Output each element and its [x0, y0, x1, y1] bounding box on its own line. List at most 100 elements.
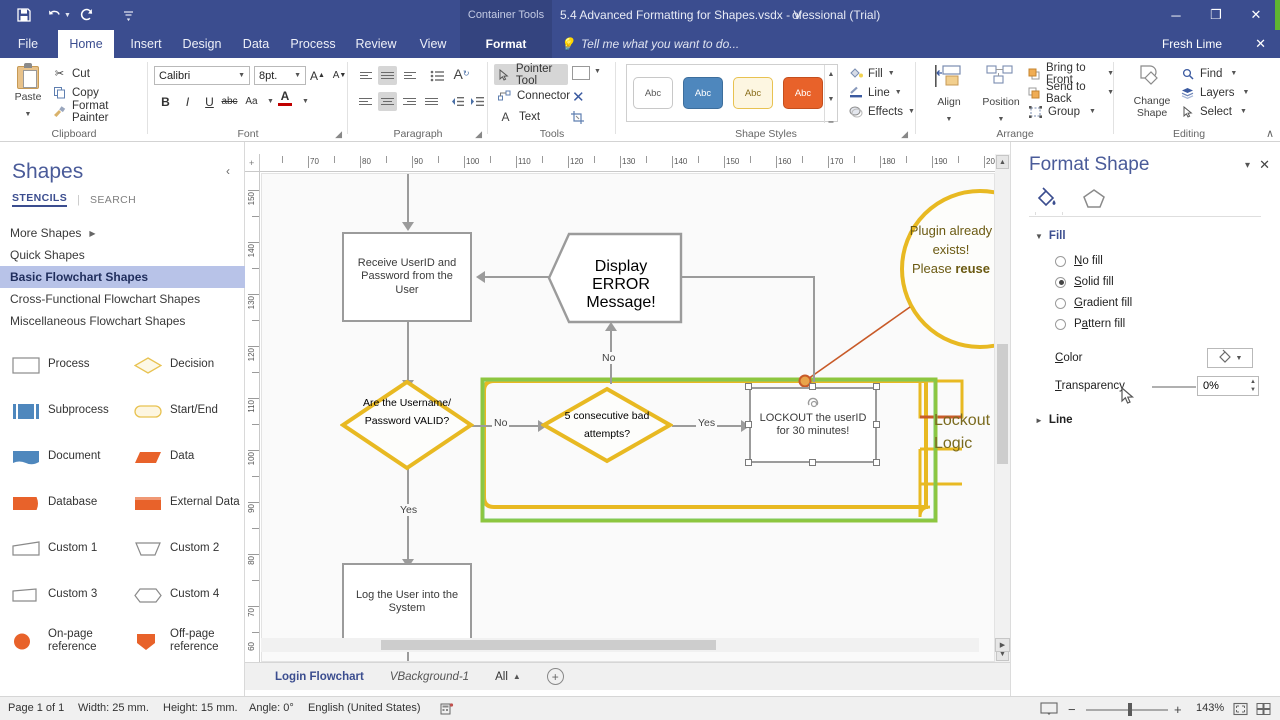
shape-item-custom-1[interactable]: Custom 1 — [0, 526, 122, 572]
transparency-slider[interactable] — [1152, 386, 1196, 388]
pentagon-icon[interactable] — [1081, 186, 1107, 215]
selection-handle[interactable] — [809, 459, 816, 466]
align-right-button[interactable] — [400, 92, 419, 111]
option-pattern-fill[interactable]: Pattern fill — [1055, 318, 1125, 330]
tab-format[interactable]: Format — [460, 30, 552, 58]
fill-section-header[interactable]: ▼ Fill — [1035, 230, 1066, 242]
shape-item-external-data[interactable]: External Data — [122, 480, 244, 526]
fit-window-icon[interactable] — [1255, 701, 1272, 716]
line-section-header[interactable]: ► Line — [1035, 414, 1073, 426]
selection-handle[interactable] — [873, 383, 880, 390]
tab-file[interactable]: File — [10, 30, 46, 58]
selection-handle[interactable] — [745, 421, 752, 428]
layers-button[interactable]: Layers ▼ — [1180, 83, 1249, 102]
shape-rectangle-tool[interactable] — [572, 66, 590, 80]
shape-item-custom-2[interactable]: Custom 2 — [122, 526, 244, 572]
shape-item-custom-3[interactable]: Custom 3 — [0, 572, 122, 618]
pane-options-icon[interactable]: ▾ — [1245, 160, 1250, 171]
node-log-user[interactable]: Log the User into the System — [342, 563, 472, 641]
select-dropdown-icon[interactable]: ▼ — [1240, 108, 1247, 115]
shape-item-subprocess[interactable]: Subprocess — [0, 388, 122, 434]
zoom-level-label[interactable]: 143% — [1196, 702, 1224, 714]
close-document-button[interactable]: ✕ — [1255, 30, 1266, 58]
tab-process[interactable]: Process — [284, 30, 342, 58]
bullet-list-button[interactable] — [428, 66, 447, 85]
shape-item-database[interactable]: Database — [0, 480, 122, 526]
shape-item-start-end[interactable]: Start/End — [122, 388, 244, 434]
vertical-scroll-thumb[interactable] — [997, 344, 1008, 464]
page-tab-all[interactable]: All ▲ — [495, 671, 521, 683]
align-middle-button[interactable] — [378, 66, 397, 85]
redo-icon[interactable] — [73, 2, 101, 28]
text-tool-button[interactable]: A Text — [494, 106, 568, 127]
node-receive-userid[interactable]: Receive UserID and Password from the Use… — [342, 232, 472, 322]
collapse-ribbon-button[interactable]: ∧ — [1266, 127, 1274, 140]
stencil-item-cross-functional[interactable]: Cross-Functional Flowchart Shapes — [0, 288, 245, 310]
position-dropdown-icon[interactable]: ▼ — [998, 116, 1005, 123]
align-top-button[interactable] — [356, 66, 375, 85]
paste-dropdown-icon[interactable]: ▼ — [25, 111, 32, 118]
rotation-handle-icon[interactable] — [806, 396, 822, 415]
option-solid-fill[interactable]: Solid fill — [1055, 276, 1114, 288]
italic-button[interactable]: I — [178, 92, 197, 111]
tab-stencils[interactable]: STENCILS — [12, 192, 68, 207]
find-button[interactable]: Find ▼ — [1180, 64, 1249, 83]
font-dialog-launcher[interactable]: ◢ — [335, 129, 342, 140]
option-gradient-fill[interactable]: Gradient fill — [1055, 297, 1132, 309]
position-button[interactable]: Position ▼ — [974, 64, 1028, 126]
option-no-fill[interactable]: No fill — [1055, 255, 1103, 267]
align-bottom-button[interactable] — [400, 66, 419, 85]
paragraph-dialog-launcher[interactable]: ◢ — [475, 129, 482, 140]
shape-tool-dropdown-icon[interactable]: ▼ — [594, 68, 601, 75]
shape-item-off-page-reference[interactable]: Off-page reference — [122, 618, 244, 664]
strikethrough-button[interactable]: abc — [220, 92, 239, 111]
align-button[interactable]: Align ▼ — [926, 64, 972, 126]
close-pane-icon[interactable]: ✕ — [1259, 157, 1270, 173]
zoom-in-button[interactable]: + — [1174, 702, 1182, 717]
tab-data[interactable]: Data — [236, 30, 276, 58]
node-attempts-decision[interactable]: 5 consecutive bad attempts? — [539, 386, 675, 464]
tab-design[interactable]: Design — [176, 30, 228, 58]
stencil-item-quick-shapes[interactable]: Quick Shapes — [0, 244, 245, 266]
shape-item-custom-4[interactable]: Custom 4 — [122, 572, 244, 618]
shape-item-process[interactable]: Process — [0, 342, 122, 388]
paste-button[interactable]: Paste ▼ — [8, 62, 48, 121]
line-button[interactable]: Line ▼ — [848, 83, 915, 102]
node-display-error[interactable]: Display ERROR Message! — [547, 232, 683, 324]
paint-bucket-icon[interactable] — [1035, 186, 1061, 215]
presentation-mode-icon[interactable] — [1038, 701, 1060, 716]
spinner-arrows[interactable]: ▲ ▼ — [1250, 378, 1256, 394]
change-case-button[interactable]: Aa — [242, 92, 261, 111]
zoom-out-button[interactable]: − — [1068, 702, 1076, 717]
horizontal-ruler[interactable]: 70 80 90 100 110 120 130 140 150 160 170… — [260, 154, 995, 172]
crop-tool-icon[interactable] — [570, 110, 586, 130]
fit-page-icon[interactable] — [1232, 701, 1249, 716]
line-dropdown-icon[interactable]: ▼ — [895, 89, 902, 96]
tab-home[interactable]: Home — [58, 30, 114, 58]
horizontal-scroll-thumb[interactable] — [381, 640, 716, 650]
grow-font-button[interactable]: A ▲ — [308, 66, 327, 85]
bold-button[interactable]: B — [156, 92, 175, 111]
change-shape-button[interactable]: Change Shape — [1126, 64, 1178, 119]
group-button[interactable]: Group ▼ — [1028, 102, 1114, 121]
select-button[interactable]: Select ▼ — [1180, 102, 1249, 121]
cut-button[interactable]: ✂ Cut — [52, 64, 148, 83]
effects-dropdown-icon[interactable]: ▼ — [908, 108, 915, 115]
page-tab-background[interactable]: VBackground-1 — [390, 671, 469, 683]
find-dropdown-icon[interactable]: ▼ — [1230, 70, 1237, 77]
layers-dropdown-icon[interactable]: ▼ — [1243, 89, 1250, 96]
undo-dropdown-icon[interactable]: ▼ — [64, 12, 71, 19]
scroll-right-icon[interactable]: ▶ — [995, 638, 1010, 652]
style-swatch-4[interactable]: Abc — [783, 77, 823, 109]
close-button[interactable]: ✕ — [1236, 1, 1276, 29]
decrease-indent-button[interactable] — [448, 92, 467, 111]
container-title[interactable]: Lockout Logic — [934, 409, 994, 455]
tell-me-search[interactable]: 💡 Tell me what you want to do... — [560, 30, 739, 58]
customize-qat-icon[interactable] — [115, 2, 143, 28]
restore-button[interactable]: ❐ — [1196, 1, 1236, 29]
stencil-item-miscellaneous[interactable]: Miscellaneous Flowchart Shapes — [0, 310, 245, 332]
macro-record-icon[interactable] — [438, 701, 455, 716]
node-valid-decision[interactable]: Are the Username/ Password VALID? — [339, 379, 475, 471]
effects-button[interactable]: Effects ▼ — [848, 102, 915, 121]
fill-button[interactable]: Fill ▼ — [848, 64, 915, 83]
